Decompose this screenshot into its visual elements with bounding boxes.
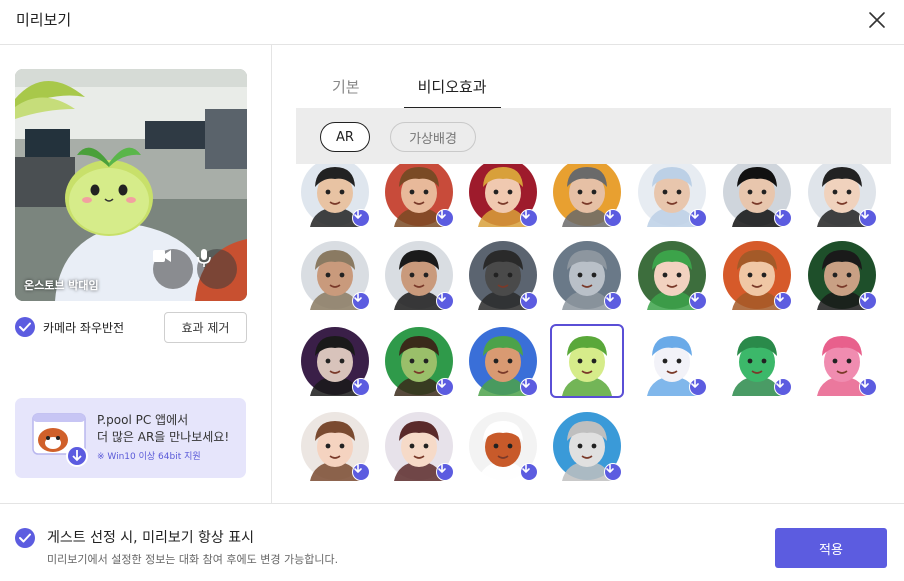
effect-leopard-hat[interactable] xyxy=(384,164,454,227)
effect-ginger-glasses[interactable] xyxy=(722,240,792,310)
guest-preview-label: 게스트 선정 시, 미리보기 항상 표시 xyxy=(47,530,255,546)
apply-button[interactable]: 적용 xyxy=(775,528,887,568)
download-icon xyxy=(689,378,707,396)
download-icon xyxy=(352,292,370,310)
effect-ppool-cap-mask[interactable] xyxy=(637,164,707,227)
effect-sprout[interactable] xyxy=(550,324,624,398)
effect-gas-mask[interactable] xyxy=(468,240,538,310)
effect-black-cap[interactable] xyxy=(384,240,454,310)
effect-statue[interactable] xyxy=(552,411,622,481)
guest-preview-checkbox[interactable] xyxy=(15,528,35,548)
participant-name: 온스토브 박대임 xyxy=(24,279,99,292)
window-title: 미리보기 xyxy=(16,11,72,29)
download-icon xyxy=(352,378,370,396)
download-icon xyxy=(604,209,622,227)
effect-thumbnail xyxy=(553,327,621,396)
promo-banner[interactable]: P.pool PC 앱에서 더 많은 AR을 만나보세요! ※ Win10 이상… xyxy=(15,398,246,478)
guest-preview-note: 미리보기에서 설정한 정보는 대화 참여 후에도 변경 가능합니다. xyxy=(47,553,339,566)
effect-black-mask[interactable] xyxy=(722,164,792,227)
download-icon xyxy=(774,209,792,227)
left-pane: 온스토브 박대임 카메라 좌우반전 효과 제거 P.pool PC 앱에서 더 … xyxy=(0,45,272,503)
app-promo-icon xyxy=(32,413,88,467)
tab-video-effects[interactable]: 비디오효과 xyxy=(403,72,501,109)
checkmark-icon xyxy=(19,533,31,543)
subtab-ar[interactable]: AR xyxy=(320,122,370,152)
effect-grad-cap[interactable] xyxy=(807,164,877,227)
download-icon xyxy=(774,292,792,310)
effect-bucket-hat[interactable] xyxy=(300,240,370,310)
effect-white-ghost[interactable] xyxy=(637,326,707,396)
reset-effect-button[interactable]: 효과 제거 xyxy=(164,312,247,343)
effect-green-frog[interactable] xyxy=(722,326,792,396)
promo-line-1: P.pool PC 앱에서 xyxy=(97,413,189,427)
download-icon xyxy=(520,292,538,310)
effect-pink-frog[interactable] xyxy=(807,326,877,396)
download-icon xyxy=(436,378,454,396)
download-icon xyxy=(859,209,877,227)
download-icon xyxy=(352,463,370,481)
download-icon xyxy=(436,463,454,481)
download-icon xyxy=(520,463,538,481)
effect-beanie-glasses[interactable] xyxy=(552,164,622,227)
effect-pirate-hat[interactable] xyxy=(807,240,877,310)
effect-red-headdress[interactable] xyxy=(468,164,538,227)
download-icon xyxy=(859,292,877,310)
effect-green-cap[interactable] xyxy=(468,326,538,396)
camera-preview: 온스토브 박대임 xyxy=(15,69,247,301)
camera-icon xyxy=(153,250,171,262)
subtab-virtual-background[interactable]: 가상배경 xyxy=(390,122,476,152)
download-icon xyxy=(436,209,454,227)
promo-line-2: 더 많은 AR을 만나보세요! xyxy=(97,430,230,444)
download-icon xyxy=(520,209,538,227)
download-icon xyxy=(859,378,877,396)
effect-witch[interactable] xyxy=(384,326,454,396)
download-icon xyxy=(352,209,370,227)
download-icon xyxy=(689,209,707,227)
download-icon xyxy=(774,378,792,396)
close-icon[interactable] xyxy=(866,9,888,31)
title-bar: 미리보기 xyxy=(0,0,904,45)
effect-red-panda[interactable] xyxy=(468,411,538,481)
effect-cartoon-girl[interactable] xyxy=(300,411,370,481)
mirror-label: 카메라 좌우반전 xyxy=(43,320,125,335)
mic-icon xyxy=(197,249,211,267)
effect-category-bar: AR 가상배경 xyxy=(296,108,891,164)
promo-line-3: ※ Win10 이상 64bit 지원 xyxy=(97,452,201,462)
download-icon xyxy=(604,463,622,481)
effect-man-suit[interactable] xyxy=(300,164,370,227)
effect-vampire[interactable] xyxy=(300,326,370,396)
mic-toggle-button[interactable] xyxy=(197,249,237,289)
bottom-bar: 게스트 선정 시, 미리보기 항상 표시 미리보기에서 설정한 정보는 대화 참… xyxy=(0,503,904,581)
effect-anime-girl[interactable] xyxy=(384,411,454,481)
effect-knight-helmet[interactable] xyxy=(552,240,622,310)
camera-toggle-button[interactable] xyxy=(153,249,193,289)
download-icon xyxy=(689,292,707,310)
download-icon xyxy=(436,292,454,310)
promo-text: P.pool PC 앱에서 더 많은 AR을 만나보세요! ※ Win10 이상… xyxy=(97,412,229,462)
tab-basic[interactable]: 기본 xyxy=(318,72,374,109)
download-icon xyxy=(604,292,622,310)
download-icon xyxy=(520,378,538,396)
effect-green-hair[interactable] xyxy=(637,240,707,310)
checkmark-icon xyxy=(15,317,35,337)
effect-grid xyxy=(296,164,891,502)
mirror-checkbox[interactable]: 카메라 좌우반전 xyxy=(15,317,124,337)
main-tabs: 기본 비디오효과 xyxy=(318,72,501,109)
